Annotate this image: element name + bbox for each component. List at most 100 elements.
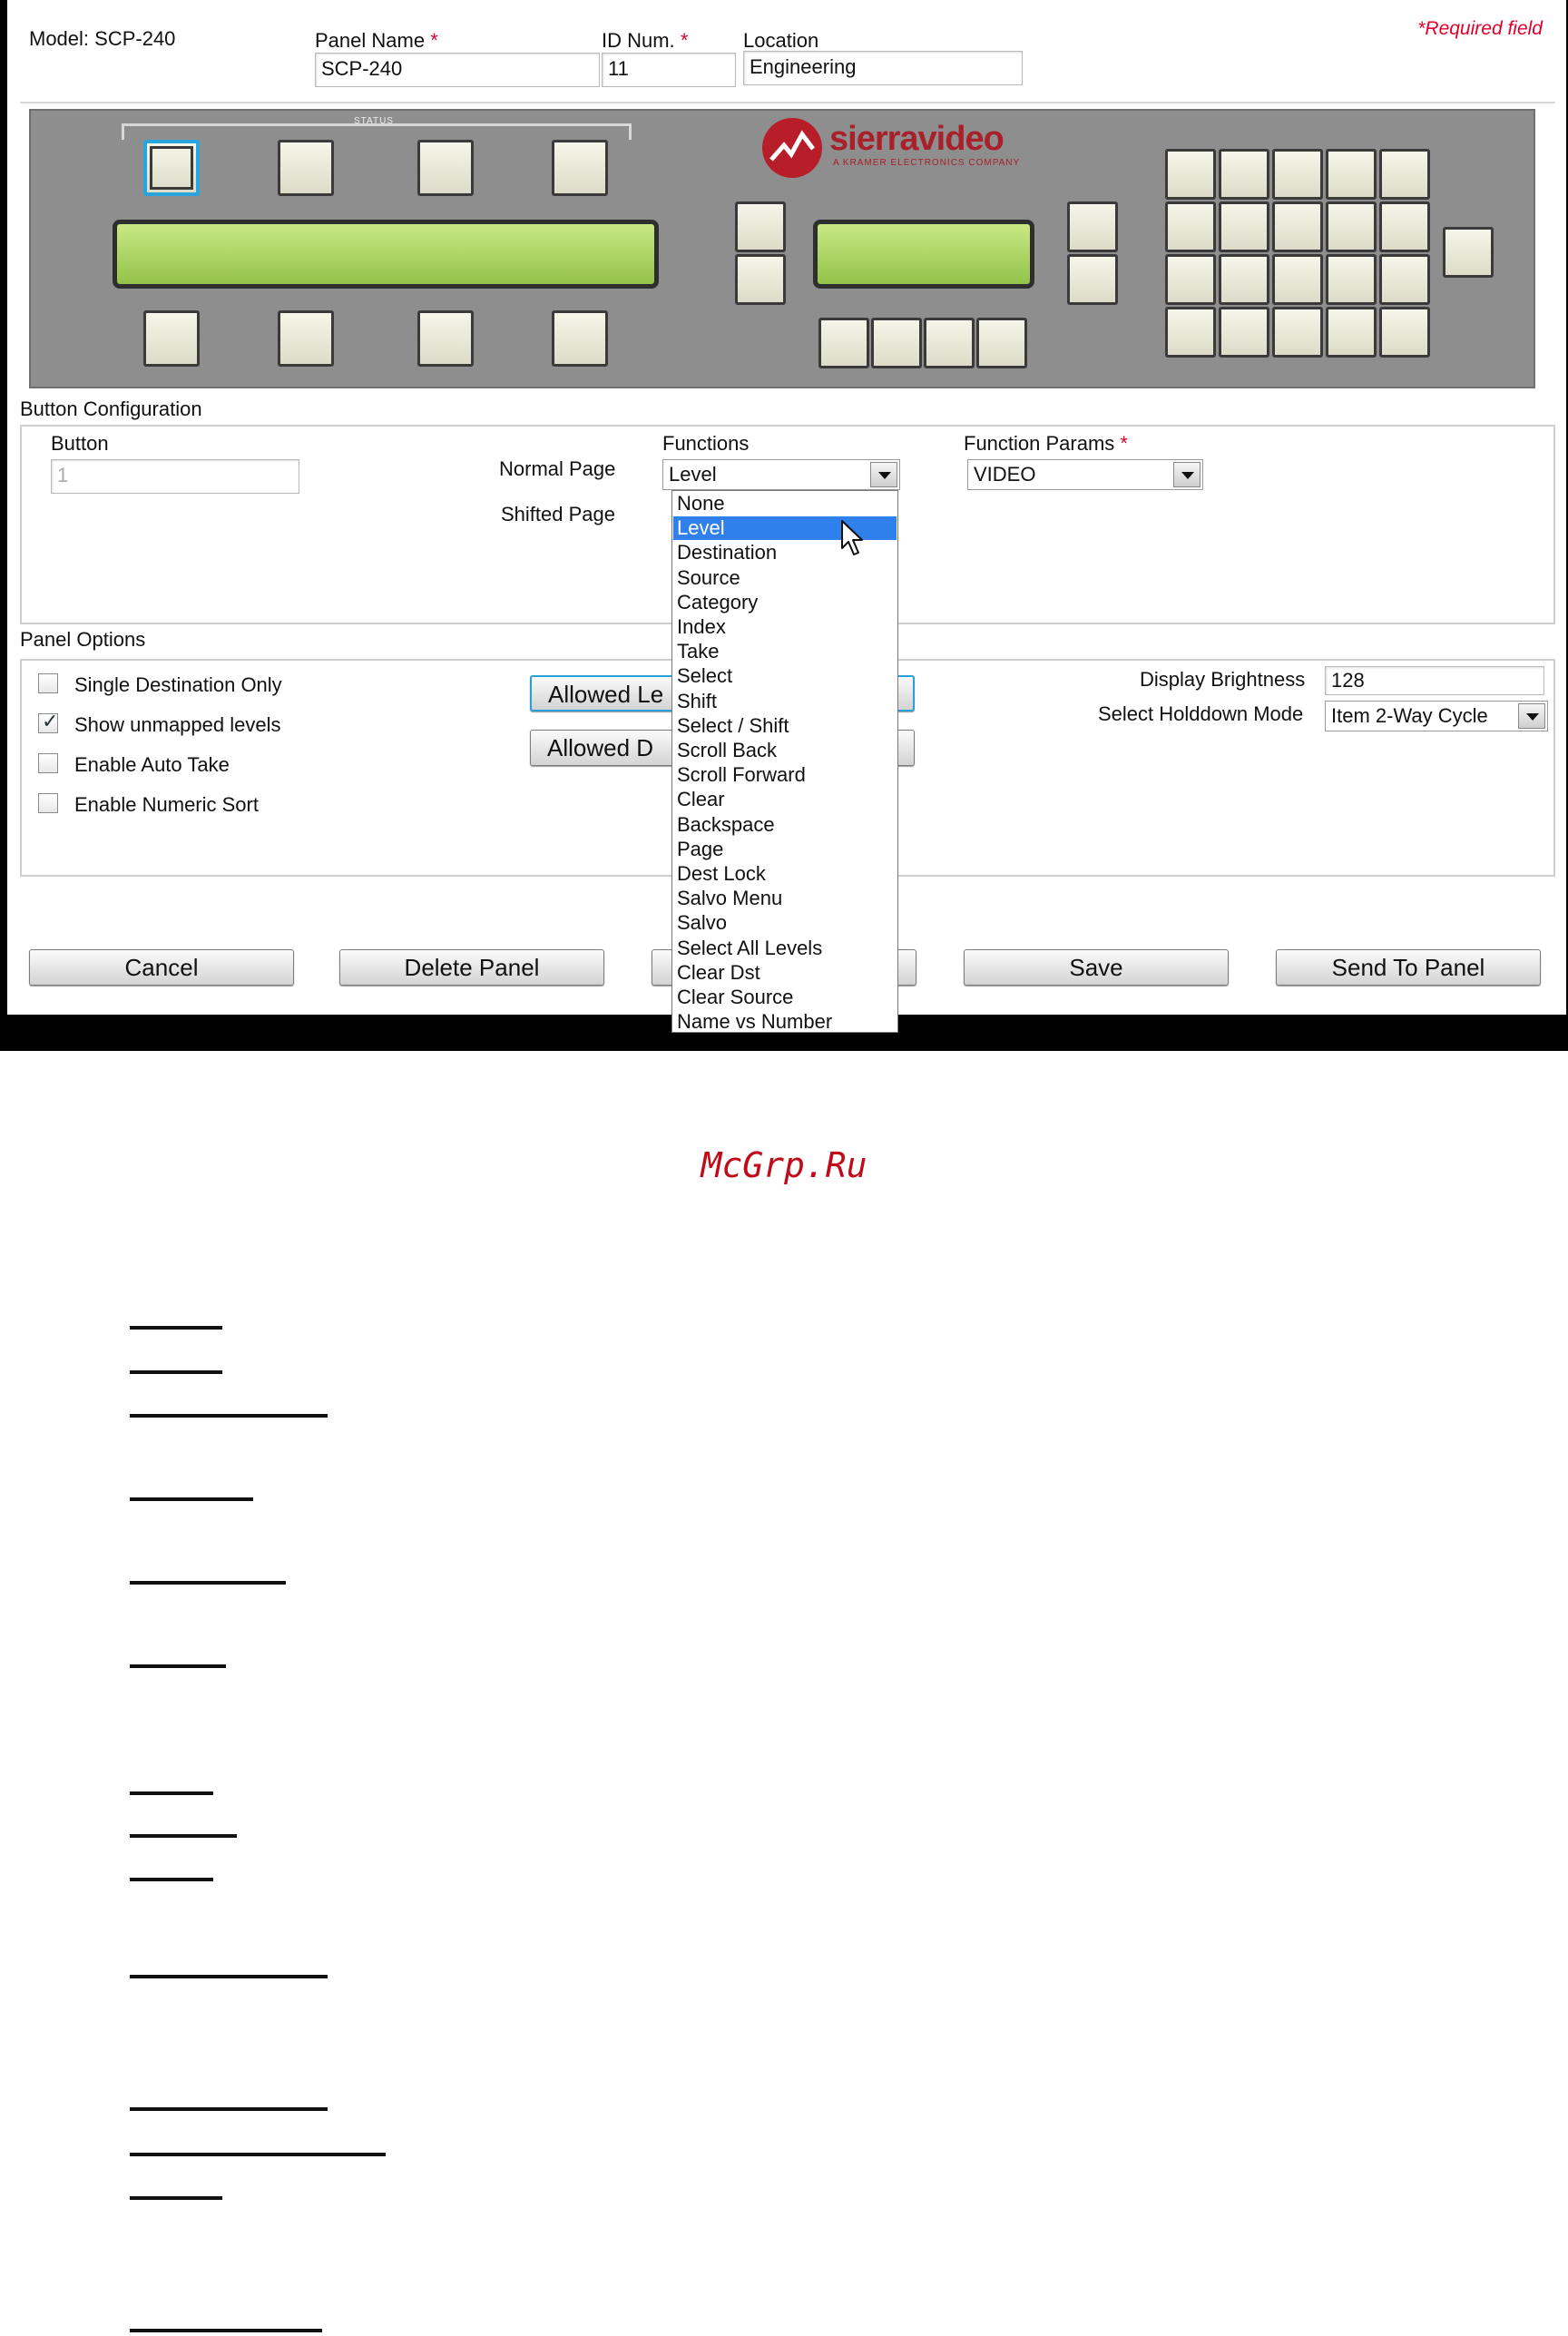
panel-button-bottom-4[interactable] xyxy=(976,318,1027,368)
chevron-down-icon xyxy=(1518,703,1545,729)
keypad-button[interactable] xyxy=(1326,307,1377,358)
underline-rule xyxy=(130,1581,286,1585)
panel-name-input[interactable]: SCP-240 xyxy=(315,53,600,87)
panel-button-2[interactable] xyxy=(278,140,334,196)
dropdown-option[interactable]: Clear xyxy=(673,788,897,811)
single-destination-checkbox[interactable] xyxy=(38,673,58,693)
keypad-button[interactable] xyxy=(1379,149,1430,200)
panel-button-6[interactable] xyxy=(278,310,334,367)
cancel-button[interactable]: Cancel xyxy=(29,949,294,986)
dropdown-option[interactable]: Name vs Number xyxy=(673,1010,897,1034)
dropdown-option[interactable]: Shift xyxy=(673,690,897,713)
keypad-button[interactable] xyxy=(1165,201,1216,252)
dropdown-option[interactable]: Clear Dst xyxy=(673,961,897,985)
panel-button-bottom-2[interactable] xyxy=(871,318,922,368)
panel-button-5[interactable] xyxy=(143,310,200,367)
brand-subtitle: A KRAMER ELECTRONICS COMPANY xyxy=(833,158,1021,168)
keypad-button[interactable] xyxy=(1379,307,1430,358)
keypad-button[interactable] xyxy=(1219,254,1269,305)
keypad-button[interactable] xyxy=(1219,201,1269,252)
keypad-button[interactable] xyxy=(1379,201,1430,252)
sierravideo-logo-icon xyxy=(762,118,822,178)
dropdown-option[interactable]: Source xyxy=(673,566,897,590)
dropdown-option[interactable]: Salvo Menu xyxy=(673,887,897,910)
dropdown-option[interactable]: Take xyxy=(673,640,897,663)
numeric-sort-label: Enable Numeric Sort xyxy=(74,793,259,816)
keypad-button[interactable] xyxy=(1272,201,1323,252)
model-label: Model: SCP-240 xyxy=(29,27,176,50)
show-unmapped-label: Show unmapped levels xyxy=(74,713,281,736)
dropdown-option[interactable]: Select All Levels xyxy=(673,937,897,960)
dropdown-option[interactable]: Dest Lock xyxy=(673,862,897,886)
numeric-sort-checkbox[interactable] xyxy=(38,793,58,813)
single-destination-label: Single Destination Only xyxy=(74,673,282,696)
panel-button-right-down[interactable] xyxy=(1067,254,1118,305)
keypad-button[interactable] xyxy=(1326,201,1377,252)
dropdown-option[interactable]: Select xyxy=(673,664,897,688)
keypad-button[interactable] xyxy=(1272,307,1323,358)
send-to-panel-button[interactable]: Send To Panel xyxy=(1276,949,1541,986)
functions-select[interactable]: Level xyxy=(662,459,900,490)
keypad-button[interactable] xyxy=(1379,254,1430,305)
id-num-input[interactable]: 11 xyxy=(602,53,736,87)
chevron-down-icon xyxy=(870,462,897,487)
keypad-button[interactable] xyxy=(1219,307,1269,358)
dropdown-option[interactable]: None xyxy=(673,492,897,515)
underline-rule xyxy=(130,1878,213,1881)
id-num-label: ID Num. * xyxy=(602,29,689,52)
panel-button-1-selected[interactable] xyxy=(143,140,200,196)
show-unmapped-checkbox[interactable] xyxy=(38,711,58,733)
watermark-text: McGrp.Ru xyxy=(701,1145,867,1185)
location-input[interactable]: Engineering xyxy=(743,51,1023,85)
panel-button-8[interactable] xyxy=(552,310,608,367)
holddown-mode-select[interactable]: Item 2-Way Cycle xyxy=(1325,701,1548,731)
function-params-value: VIDEO xyxy=(974,463,1036,486)
save-button[interactable]: Save xyxy=(964,949,1229,986)
underline-rule xyxy=(130,1414,328,1418)
main-lcd-display xyxy=(113,220,659,289)
panel-button-bottom-1[interactable] xyxy=(818,318,869,368)
keypad-button[interactable] xyxy=(1272,149,1323,200)
keypad-button[interactable] xyxy=(1326,149,1377,200)
underline-rule xyxy=(130,2329,322,2332)
delete-panel-button[interactable]: Delete Panel xyxy=(339,949,604,986)
panel-button-bottom-3[interactable] xyxy=(924,318,975,368)
display-brightness-input[interactable]: 128 xyxy=(1325,666,1544,695)
dropdown-option[interactable]: Scroll Back xyxy=(673,739,897,762)
panel-options-title: Panel Options xyxy=(20,628,146,651)
small-lcd-display xyxy=(813,220,1034,289)
dropdown-option[interactable]: Scroll Forward xyxy=(673,763,897,787)
panel-button-7[interactable] xyxy=(417,310,474,367)
keypad-button[interactable] xyxy=(1272,254,1323,305)
dropdown-option[interactable]: Page xyxy=(673,838,897,861)
panel-button-left-down[interactable] xyxy=(735,254,786,305)
status-label: STATUS xyxy=(354,116,394,126)
underline-rule xyxy=(130,2153,386,2156)
function-params-label: Function Params * xyxy=(964,432,1128,455)
underline-rule xyxy=(130,2196,222,2200)
panel-button-3[interactable] xyxy=(417,140,474,196)
panel-front-image: STATUS sierravideo A KRAMER ELECTRONICS … xyxy=(29,109,1535,388)
keypad-button[interactable] xyxy=(1165,307,1216,358)
dropdown-option[interactable]: Category xyxy=(673,591,897,614)
function-params-select[interactable]: VIDEO xyxy=(967,459,1203,490)
panel-button-keypad-side[interactable] xyxy=(1443,227,1494,278)
underline-rule xyxy=(130,1497,253,1501)
keypad-button[interactable] xyxy=(1326,254,1377,305)
mouse-pointer-icon xyxy=(840,519,866,562)
panel-button-left-up[interactable] xyxy=(735,201,786,252)
keypad-button[interactable] xyxy=(1165,149,1216,200)
dropdown-option[interactable]: Salvo xyxy=(673,911,897,935)
dropdown-option[interactable]: Index xyxy=(673,615,897,639)
auto-take-label: Enable Auto Take xyxy=(74,753,230,776)
dropdown-option[interactable]: Clear Source xyxy=(673,986,897,1009)
button-label: Button xyxy=(51,432,109,455)
keypad-button[interactable] xyxy=(1165,254,1216,305)
panel-button-right-up[interactable] xyxy=(1067,201,1118,252)
button-config-title: Button Configuration xyxy=(20,398,202,420)
keypad-button[interactable] xyxy=(1219,149,1269,200)
panel-button-4[interactable] xyxy=(552,140,608,196)
dropdown-option[interactable]: Backspace xyxy=(673,813,897,837)
dropdown-option[interactable]: Select / Shift xyxy=(673,714,897,738)
auto-take-checkbox[interactable] xyxy=(38,753,58,773)
